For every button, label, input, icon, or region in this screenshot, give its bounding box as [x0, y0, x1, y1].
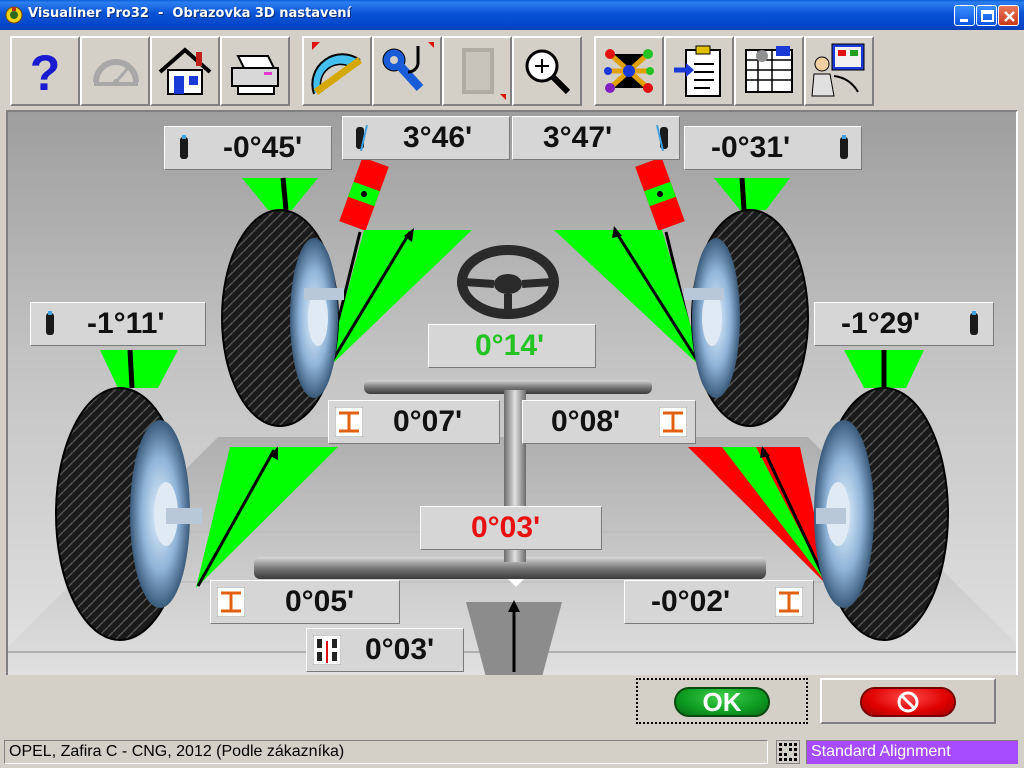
specifications-button[interactable] — [594, 36, 664, 106]
front-right-camber-value: -0°31' — [711, 131, 791, 164]
window-title: Visualiner Pro32 - Obrazovka 3D nastaven… — [28, 6, 352, 21]
print-button[interactable] — [220, 36, 290, 106]
toe-icon — [659, 407, 687, 437]
rear-left-toe-value: 0°05' — [285, 585, 355, 618]
readout-front-right-camber: -0°31' — [684, 126, 862, 170]
readout-front-right-caster: 3°47' — [512, 116, 680, 160]
readout-rear-total-toe: 0°03' — [420, 506, 602, 550]
maximize-button[interactable] — [976, 5, 997, 26]
molecule-icon — [604, 49, 654, 93]
minimize-button[interactable] — [954, 5, 975, 26]
zoom-icon — [525, 49, 571, 95]
wrench-icon — [382, 42, 434, 92]
ok-label: OK — [702, 687, 742, 717]
home-button[interactable] — [150, 36, 220, 106]
rear-right-camber-value: -1°29' — [841, 307, 921, 340]
alignment-mode-badge: Standard Alignment — [806, 740, 1018, 764]
film-icon — [462, 48, 506, 100]
speedometer-button[interactable] — [80, 36, 150, 106]
title-bar[interactable]: Visualiner Pro32 - Obrazovka 3D nastaven… — [0, 0, 1024, 30]
vehicle-info: OPEL, Zafira C - CNG, 2012 (Podle zákazn… — [4, 740, 768, 764]
spreadsheet-icon — [745, 46, 793, 93]
help-button[interactable]: ? — [10, 36, 80, 106]
toe-icon — [775, 587, 803, 617]
status-grid-icon — [776, 740, 800, 764]
clipboard-import-icon — [674, 45, 721, 97]
maximize-icon — [981, 10, 994, 22]
rear-total-toe-value: 0°03' — [471, 511, 541, 544]
close-icon — [1004, 11, 1015, 22]
ok-pill: OK — [674, 687, 770, 717]
toe-icon — [217, 587, 245, 617]
printer-icon — [231, 55, 279, 95]
help-icon: ? — [30, 45, 61, 101]
front-right-caster-value: 3°47' — [543, 121, 613, 154]
thrust-angle-icon — [313, 635, 341, 665]
speedometer-icon — [93, 59, 139, 86]
front-total-toe-value: 0°14' — [475, 329, 545, 362]
protractor-icon — [311, 42, 363, 95]
camber-icon — [840, 135, 848, 159]
readout-front-total-toe: 0°14' — [428, 324, 596, 368]
caster-icon — [356, 125, 368, 151]
rear-left-camber-value: -1°11' — [87, 307, 165, 340]
import-button[interactable] — [664, 36, 734, 106]
readout-rear-left-camber: -1°11' — [30, 302, 206, 346]
front-left-caster-value: 3°46' — [403, 121, 473, 154]
film-button[interactable] — [442, 36, 512, 106]
readout-rear-right-camber: -1°29' — [814, 302, 994, 346]
rear-right-toe-value: -0°02' — [651, 585, 731, 618]
no-entry-icon — [897, 691, 919, 713]
adjust-button[interactable] — [372, 36, 442, 106]
alignment-button[interactable] — [302, 36, 372, 106]
close-button[interactable] — [998, 5, 1019, 26]
camber-icon — [970, 311, 978, 335]
svg-text:?: ? — [30, 45, 61, 101]
home-icon — [158, 47, 212, 95]
vehicle-3d-view — [8, 112, 1016, 675]
readout-thrust-angle: 0°03' — [306, 628, 464, 672]
alignment-scene — [6, 110, 1018, 675]
readout-front-left-camber: -0°45' — [164, 126, 332, 170]
toolbar: ? — [6, 34, 1018, 108]
thrust-angle-value: 0°03' — [365, 633, 435, 666]
spreadsheet-button[interactable] — [734, 36, 804, 106]
readout-front-left-toe: 0°07' — [328, 400, 500, 444]
app-icon — [5, 6, 23, 24]
ok-button[interactable]: OK — [636, 678, 808, 724]
cancel-button[interactable] — [820, 678, 996, 724]
minimize-icon — [960, 19, 968, 22]
zoom-button[interactable] — [512, 36, 582, 106]
front-right-toe-value: 0°08' — [551, 405, 621, 438]
application-window: Visualiner Pro32 - Obrazovka 3D nastaven… — [0, 0, 1024, 768]
cancel-pill — [860, 687, 956, 717]
readout-rear-right-toe: -0°02' — [624, 580, 814, 624]
camber-icon — [46, 311, 54, 335]
readout-rear-left-toe: 0°05' — [210, 580, 400, 624]
wheel-rear-right — [814, 387, 949, 641]
front-left-camber-value: -0°45' — [223, 131, 303, 164]
toe-icon — [335, 407, 363, 437]
readout-front-right-toe: 0°08' — [522, 400, 696, 444]
caster-icon — [656, 125, 668, 151]
readout-front-left-caster: 3°46' — [342, 116, 510, 160]
technician-button[interactable] — [804, 36, 874, 106]
technician-computer-icon — [811, 43, 865, 97]
status-bar: OPEL, Zafira C - CNG, 2012 (Podle zákazn… — [0, 738, 1024, 768]
front-left-toe-value: 0°07' — [393, 405, 463, 438]
camber-icon — [180, 135, 188, 159]
